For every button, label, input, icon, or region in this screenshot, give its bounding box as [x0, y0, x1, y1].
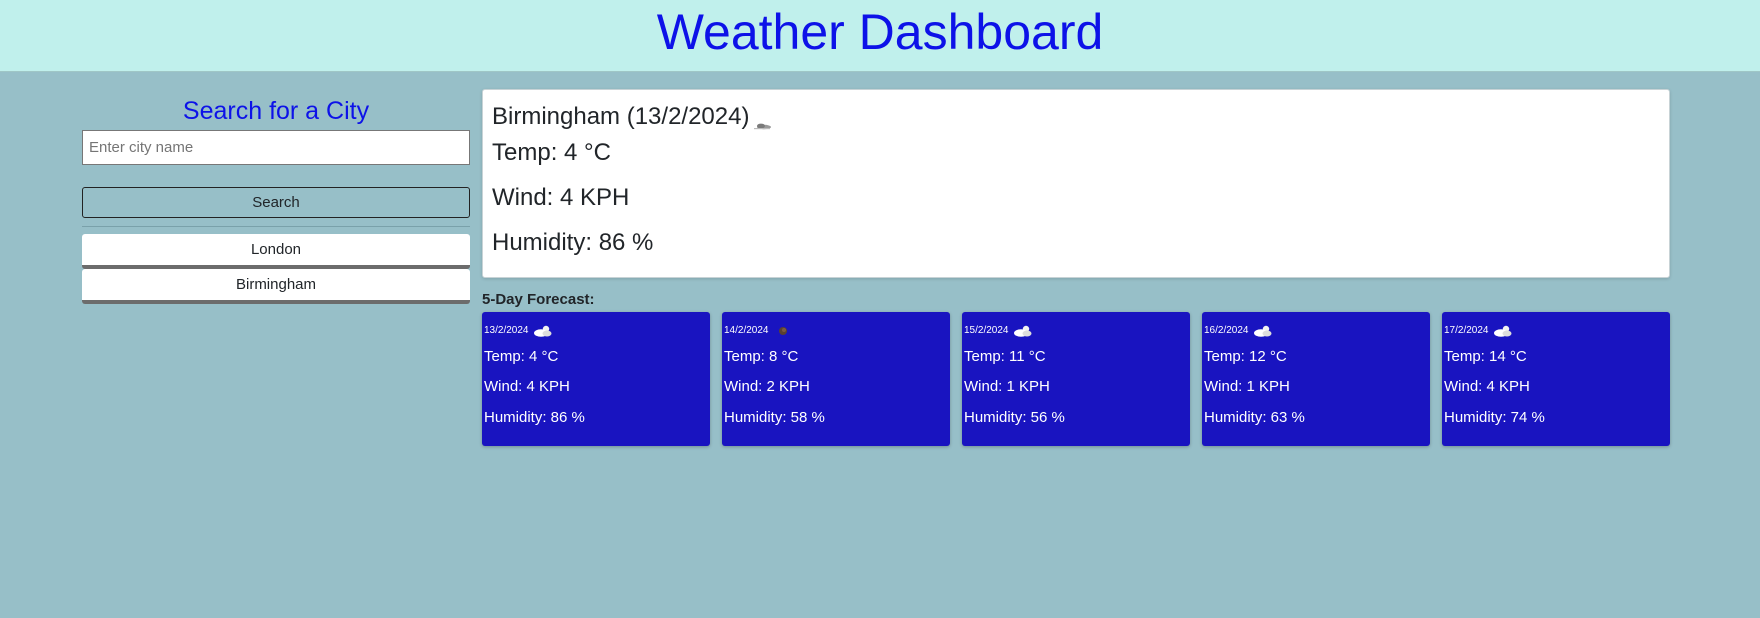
- forecast-date: 17/2/2024: [1444, 325, 1489, 336]
- forecast-humidity: Humidity: 74 %: [1444, 409, 1545, 426]
- forecast-card: 17/2/2024 Temp: 14 °C Wind: 4 KPH Humidi…: [1442, 312, 1670, 446]
- forecast-humidity: Humidity: 63 %: [1204, 409, 1305, 426]
- forecast-date: 13/2/2024: [484, 325, 529, 336]
- forecast-date-line: 16/2/2024: [1204, 324, 1428, 338]
- sidebar-divider: [82, 226, 470, 227]
- forecast-wind: Wind: 4 KPH: [484, 378, 570, 395]
- forecast-humidity: Humidity: 56 %: [964, 409, 1065, 426]
- partly-cloudy-icon: [532, 324, 554, 338]
- partly-cloudy-icon: [1492, 324, 1514, 338]
- forecast-humidity: Humidity: 86 %: [484, 409, 585, 426]
- cloudy-wind-icon: [752, 109, 774, 130]
- current-city-line: Birmingham (13/2/2024): [492, 101, 1660, 133]
- forecast-wind: Wind: 1 KPH: [1204, 378, 1290, 395]
- forecast-date-line: 15/2/2024: [964, 324, 1188, 338]
- forecast-card: 16/2/2024 Temp: 12 °C Wind: 1 KPH Humidi…: [1202, 312, 1430, 446]
- search-button[interactable]: Search: [82, 187, 470, 218]
- forecast-humidity: Humidity: 58 %: [724, 409, 825, 426]
- forecast-date: 14/2/2024: [724, 325, 769, 336]
- forecast-date-line: 17/2/2024: [1444, 324, 1668, 338]
- forecast-card: 15/2/2024 Temp: 11 °C Wind: 1 KPH Humidi…: [962, 312, 1190, 446]
- current-weather-card: Birmingham (13/2/2024) Temp: 4 °C Wind: …: [482, 89, 1670, 278]
- forecast-temp: Temp: 14 °C: [1444, 348, 1527, 365]
- forecast-temp: Temp: 4 °C: [484, 348, 559, 365]
- city-search-input[interactable]: [82, 130, 470, 165]
- forecast-card: 14/2/2024 Temp: 8 °C Wind: 2 KPH Humidit…: [722, 312, 950, 446]
- current-temp: Temp: 4 °C: [492, 139, 611, 166]
- forecast-row: 13/2/2024 Temp: 4 °C Wind: 4 KPH Humidit…: [482, 312, 1670, 446]
- history-city-button[interactable]: Birmingham: [82, 269, 470, 304]
- forecast-date-line: 13/2/2024: [484, 324, 708, 338]
- forecast-date-line: 14/2/2024: [724, 324, 948, 338]
- partly-cloudy-icon: [1252, 324, 1274, 338]
- search-history: London Birmingham: [82, 234, 470, 304]
- forecast-wind: Wind: 2 KPH: [724, 378, 810, 395]
- forecast-wind: Wind: 4 KPH: [1444, 378, 1530, 395]
- forecast-title: 5-Day Forecast:: [482, 291, 595, 308]
- search-sidebar: Search for a City Search London Birmingh…: [82, 96, 470, 304]
- page-header: Weather Dashboard: [0, 0, 1760, 72]
- forecast-card: 13/2/2024 Temp: 4 °C Wind: 4 KPH Humidit…: [482, 312, 710, 446]
- forecast-temp: Temp: 11 °C: [964, 348, 1046, 365]
- search-heading: Search for a City: [182, 97, 370, 125]
- current-humidity: Humidity: 86 %: [492, 229, 654, 256]
- forecast-temp: Temp: 12 °C: [1204, 348, 1287, 365]
- forecast-date: 16/2/2024: [1204, 325, 1249, 336]
- forecast-date: 15/2/2024: [964, 325, 1009, 336]
- forecast-wind: Wind: 1 KPH: [964, 378, 1050, 395]
- current-wind: Wind: 4 KPH: [492, 184, 630, 211]
- current-city-date: Birmingham (13/2/2024): [492, 103, 750, 130]
- forecast-temp: Temp: 8 °C: [724, 348, 799, 365]
- dark-cloud-icon: [772, 324, 794, 338]
- page-title: Weather Dashboard: [656, 4, 1104, 60]
- history-city-button[interactable]: London: [82, 234, 470, 269]
- partly-cloudy-icon: [1012, 324, 1034, 338]
